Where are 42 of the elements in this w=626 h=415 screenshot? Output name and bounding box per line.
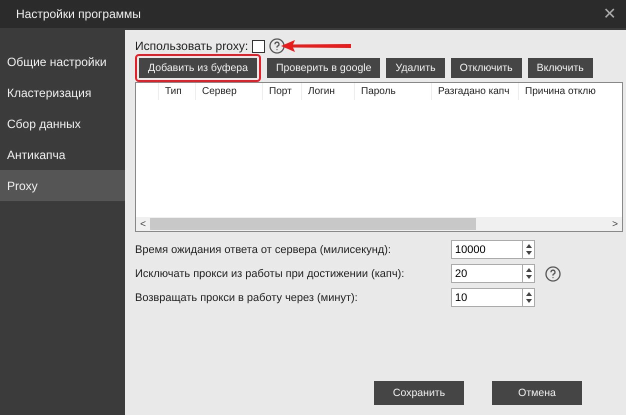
number-field[interactable]: 10000 [451,240,522,259]
toolbar-button[interactable]: Проверить в google [267,58,380,78]
window-title: Настройки программы [16,7,141,21]
toolbar-button[interactable]: Отключить [450,58,522,78]
annotation-arrow [281,40,352,52]
sidebar-item[interactable]: Proxy [0,170,125,201]
column-header[interactable]: Логин [301,83,354,100]
sidebar-item[interactable]: Антикапча [0,139,125,170]
scrollbar-thumb[interactable] [150,218,476,230]
column-header[interactable]: Причина отклю [518,83,599,100]
spin-arrows-icon[interactable] [526,268,532,279]
toolbar-button[interactable]: Включить [528,58,593,78]
spin-arrows-icon[interactable] [526,292,532,303]
column-header[interactable]: Тип [158,83,195,100]
close-button[interactable]: ✕ [603,4,616,24]
column-header[interactable]: Пароль [354,83,431,100]
column-header[interactable]: Разгадано капч [431,83,518,100]
sidebar-item[interactable]: Кластеризация [0,77,125,108]
column-header[interactable]: Порт [262,83,301,100]
spin-button[interactable] [522,240,535,259]
spin-button[interactable] [522,288,535,307]
spin-button[interactable] [522,264,535,283]
scroll-left-arrow[interactable]: < [136,218,150,230]
use-proxy-label: Использовать proxy: [135,39,248,53]
number-field[interactable]: 10 [451,288,522,307]
horizontal-scrollbar[interactable]: < > [136,217,622,231]
setting-label: Возвращать прокси в работу через (минут): [135,292,359,304]
setting-label: Исключать прокси из работы при достижении (капч): [135,268,406,280]
scroll-right-arrow[interactable]: > [608,218,622,230]
sidebar-item[interactable]: Сбор данных [0,108,125,139]
help-icon[interactable] [545,266,561,282]
toolbar-button[interactable]: Добавить из буфера [139,58,257,78]
setting-label: Время ожидания ответа от сервера (милисекунд): [135,244,392,256]
spin-arrows-icon[interactable] [526,244,532,255]
column-header[interactable]: Сервер [195,83,262,100]
footer-button[interactable]: Сохранить [374,381,464,405]
number-field[interactable]: 20 [451,264,522,283]
toolbar-button[interactable]: Удалить [386,58,445,78]
footer-button[interactable]: Отмена [492,381,582,405]
use-proxy-checkbox[interactable] [252,40,266,52]
sidebar-item[interactable]: Общие настройки [0,46,125,77]
help-icon[interactable] [269,38,286,54]
